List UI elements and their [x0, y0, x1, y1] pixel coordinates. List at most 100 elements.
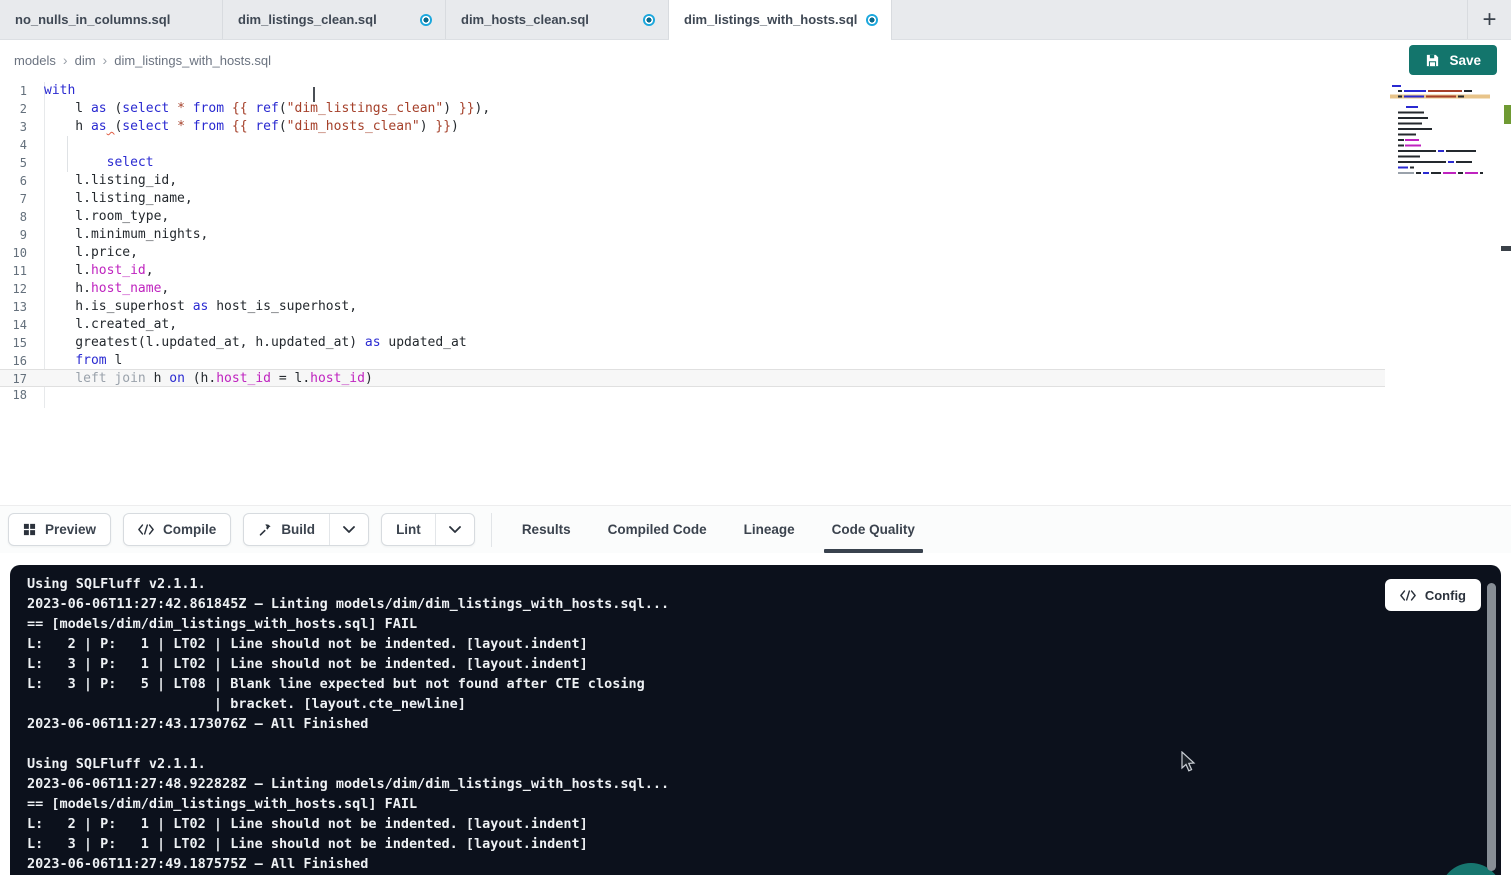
code-line[interactable]: 18 [0, 386, 1385, 404]
breadcrumb-separator: › [103, 52, 108, 68]
code-line[interactable]: 1with [0, 82, 1385, 100]
line-number: 14 [0, 316, 36, 334]
code-text [36, 386, 44, 404]
code-line[interactable]: 14 l.created_at, [0, 316, 1385, 334]
code-line[interactable]: 7 l.listing_name, [0, 190, 1385, 208]
code-text [36, 136, 44, 154]
code-text: from l [36, 352, 122, 370]
code-text: with [36, 82, 75, 100]
code-text: greatest(l.updated_at, h.updated_at) as … [36, 334, 467, 352]
line-number: 12 [0, 280, 36, 298]
breadcrumb-bar: models › dim › dim_listings_with_hosts.sql S… [0, 40, 1511, 80]
code-text: l.created_at, [36, 316, 177, 334]
tab-compiled-code[interactable]: Compiled Code [606, 506, 709, 553]
line-number: 15 [0, 334, 36, 352]
plus-icon: + [1482, 6, 1496, 34]
code-line[interactable]: 8 l.room_type, [0, 208, 1385, 226]
tab-code-quality[interactable]: Code Quality [830, 506, 917, 553]
terminal-line: 2023-06-06T11:27:49.187575Z — All Finish… [27, 854, 1501, 874]
code-line[interactable]: 11 l.host_id, [0, 262, 1385, 280]
line-number: 6 [0, 172, 36, 190]
breadcrumb-separator: › [63, 52, 68, 68]
line-number: 3 [0, 118, 36, 136]
code-text: h as (select * from {{ ref("dim_hosts_cl… [36, 118, 459, 136]
editor-tab[interactable]: dim_listings_with_hosts.sql [669, 0, 892, 39]
config-button[interactable]: Config [1385, 579, 1481, 611]
chevron-down-icon[interactable] [435, 514, 474, 545]
terminal-line: | bracket. [layout.cte_newline] [27, 694, 1501, 714]
tab-label: dim_hosts_clean.sql [461, 12, 589, 27]
toolbar-divider [491, 513, 492, 547]
breadcrumb-item[interactable]: dim [75, 53, 96, 68]
line-number: 4 [0, 136, 36, 154]
code-text: l.listing_id, [36, 172, 177, 190]
compile-button[interactable]: Compile [123, 513, 231, 546]
code-text: l.host_id, [36, 262, 154, 280]
terminal-line: L: 3 | P: 5 | LT08 | Blank line expected… [27, 674, 1501, 694]
unsaved-changes-dot-icon [420, 14, 432, 26]
terminal-scrollbar[interactable] [1487, 583, 1496, 871]
line-number: 13 [0, 298, 36, 316]
code-line[interactable]: 10 l.price, [0, 244, 1385, 262]
editor-tab[interactable]: no_nulls_in_columns.sql [0, 0, 223, 39]
code-text: l as (select * from {{ ref("dim_listings… [36, 100, 490, 118]
breadcrumb-item[interactable]: dim_listings_with_hosts.sql [114, 53, 271, 68]
chevron-down-icon[interactable] [329, 514, 368, 545]
terminal-output: Using SQLFluff v2.1.1.2023-06-06T11:27:4… [27, 574, 1501, 874]
breadcrumb-item[interactable]: models [14, 53, 56, 68]
code-line[interactable]: 15 greatest(l.updated_at, h.updated_at) … [0, 334, 1385, 352]
code-lines: 1with2 l as (select * from {{ ref("dim_l… [0, 80, 1385, 404]
button-label: Compile [163, 522, 216, 537]
overview-ruler-marker [1504, 105, 1511, 124]
config-label: Config [1425, 588, 1466, 603]
hammer-icon [258, 523, 272, 537]
terminal-line: == [models/dim/dim_listings_with_hosts.s… [27, 614, 1501, 634]
terminal-panel: Using SQLFluff v2.1.1.2023-06-06T11:27:4… [10, 565, 1501, 875]
line-number: 18 [0, 386, 36, 404]
tab-lineage[interactable]: Lineage [742, 506, 797, 553]
terminal-line: 2023-06-06T11:27:43.173076Z — All Finish… [27, 714, 1501, 734]
line-number: 10 [0, 244, 36, 262]
lint-button[interactable]: Lint [381, 513, 475, 546]
code-text: h.host_name, [36, 280, 169, 298]
code-editor[interactable]: 1with2 l as (select * from {{ ref("dim_l… [0, 80, 1511, 505]
code-line[interactable]: 2 l as (select * from {{ ref("dim_listin… [0, 100, 1385, 118]
terminal-line: L: 3 | P: 1 | LT02 | Line should not be … [27, 654, 1501, 674]
editor-tabs: no_nulls_in_columns.sqldim_listings_clea… [0, 0, 892, 39]
line-number: 7 [0, 190, 36, 208]
save-button[interactable]: Save [1409, 45, 1497, 75]
code-line[interactable]: 12 h.host_name, [0, 280, 1385, 298]
code-line[interactable]: 4 [0, 136, 1385, 154]
code-line[interactable]: 13 h.is_superhost as host_is_superhost, [0, 298, 1385, 316]
code-text: select [36, 154, 154, 172]
code-text: l.room_type, [36, 208, 169, 226]
editor-tab[interactable]: dim_listings_clean.sql [223, 0, 446, 39]
line-number: 17 [0, 370, 36, 386]
line-number: 5 [0, 154, 36, 172]
minimap[interactable] [1390, 84, 1490, 196]
code-line[interactable]: 6 l.listing_id, [0, 172, 1385, 190]
terminal-line: L: 3 | P: 1 | LT02 | Line should not be … [27, 834, 1501, 854]
build-button[interactable]: Build [243, 513, 369, 546]
code-line[interactable]: 17 left join h on (h.host_id = l.host_id… [0, 369, 1385, 387]
result-tabs: Results Compiled Code Lineage Code Quality [520, 506, 917, 553]
button-label: Preview [45, 522, 96, 537]
button-label: Lint [396, 522, 421, 537]
preview-button[interactable]: Preview [8, 513, 111, 546]
file-tab-bar: no_nulls_in_columns.sqldim_listings_clea… [0, 0, 1511, 40]
unsaved-changes-dot-icon [866, 14, 878, 26]
tab-results[interactable]: Results [520, 506, 573, 553]
new-tab-button[interactable]: + [1467, 0, 1511, 39]
editor-tab[interactable]: dim_hosts_clean.sql [446, 0, 669, 39]
text-cursor [313, 87, 315, 102]
save-floppy-icon [1425, 53, 1440, 68]
code-text: l.listing_name, [36, 190, 193, 208]
code-line[interactable]: 3 h as (select * from {{ ref("dim_hosts_… [0, 118, 1385, 136]
code-line[interactable]: 16 from l [0, 352, 1385, 370]
code-line[interactable]: 9 l.minimum_nights, [0, 226, 1385, 244]
action-buttons: Preview Compile Build Lint [8, 513, 487, 546]
code-line[interactable]: 5 select [0, 154, 1385, 172]
terminal-line: 2023-06-06T11:27:42.861845Z — Linting mo… [27, 594, 1501, 614]
editor-toolbar: Preview Compile Build Lint Results Compiled … [0, 505, 1511, 553]
terminal-line: L: 2 | P: 1 | LT02 | Line should not be … [27, 814, 1501, 834]
